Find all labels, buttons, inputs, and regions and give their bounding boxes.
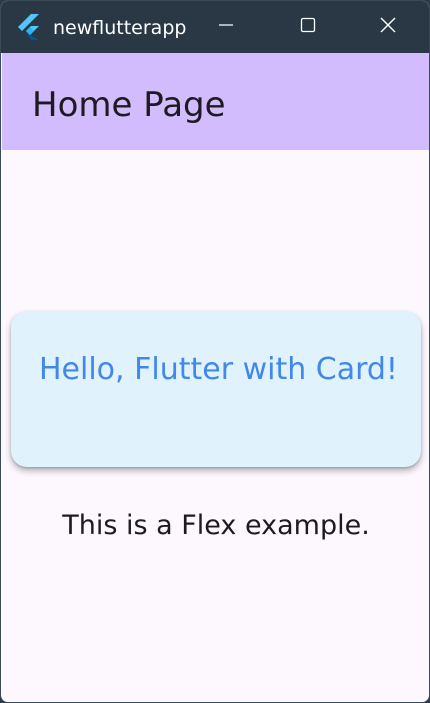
minimize-icon xyxy=(218,17,234,37)
flex-example-text: This is a Flex example. xyxy=(62,510,370,541)
card-text: Hello, Flutter with Card! xyxy=(39,352,398,387)
flutter-logo-icon xyxy=(17,14,41,40)
page-title: Home Page xyxy=(32,85,226,125)
app-bar: Home Page xyxy=(2,53,429,150)
hello-card: Hello, Flutter with Card! xyxy=(11,311,421,467)
maximize-button[interactable] xyxy=(279,1,337,53)
app-window: newflutterapp Home Page Hello, Flutter w… xyxy=(0,0,430,703)
minimize-button[interactable] xyxy=(197,1,255,53)
page-body: Hello, Flutter with Card! This is a Flex… xyxy=(2,150,429,702)
maximize-icon xyxy=(300,17,316,37)
window-title-bar[interactable]: newflutterapp xyxy=(1,1,429,53)
close-icon xyxy=(379,16,397,38)
close-button[interactable] xyxy=(359,1,417,53)
window-title: newflutterapp xyxy=(53,17,187,39)
